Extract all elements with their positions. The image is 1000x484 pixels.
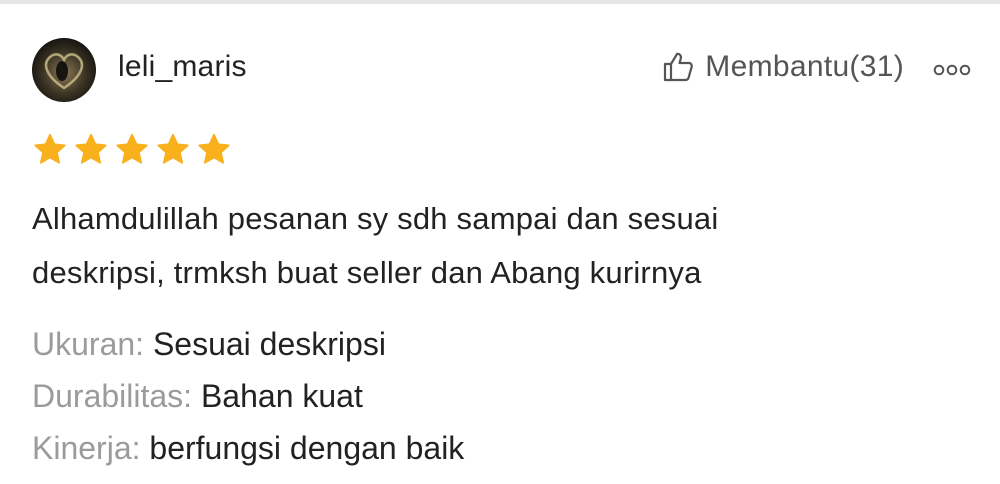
attribute-key: Durabilitas: (32, 378, 193, 414)
attribute-key: Kinerja: (32, 430, 141, 466)
attribute-row-ukuran: Ukuran: Sesuai deskripsi (32, 318, 464, 370)
attribute-value: Sesuai deskripsi (152, 326, 386, 362)
star-rating (32, 132, 232, 168)
attribute-value: berfungsi dengan baik (149, 430, 465, 466)
star-icon (198, 133, 230, 164)
more-options-icon[interactable] (932, 62, 972, 78)
helpful-button[interactable]: Membantu(31) (661, 50, 904, 84)
helpful-count-label: Membantu(31) (705, 50, 904, 83)
comment-line: deskripsi, trmksh buat seller dan Abang … (32, 255, 702, 290)
attribute-row-kinerja: Kinerja: berfungsi dengan baik (32, 422, 464, 474)
star-icon (34, 133, 66, 164)
star-icon (75, 133, 107, 164)
attribute-key: Ukuran: (32, 326, 145, 362)
comment-line: Alhamdulillah pesanan sy sdh sampai dan … (32, 201, 719, 236)
star-icon (116, 133, 148, 164)
review-card: leli_maris Membantu(31) Alhamdulillah pe… (0, 0, 1000, 484)
username[interactable]: leli_maris (118, 50, 247, 84)
star-icon (157, 133, 189, 164)
avatar-heart-image (44, 53, 84, 90)
review-comment: Alhamdulillah pesanan sy sdh sampai dan … (32, 192, 972, 300)
thumbs-up-outline-icon (664, 52, 694, 82)
attribute-value: Bahan kuat (200, 378, 363, 414)
attribute-row-durabilitas: Durabilitas: Bahan kuat (32, 370, 464, 422)
review-attributes: Ukuran: Sesuai deskripsi Durabilitas: Ba… (32, 318, 464, 474)
avatar[interactable] (32, 38, 96, 102)
